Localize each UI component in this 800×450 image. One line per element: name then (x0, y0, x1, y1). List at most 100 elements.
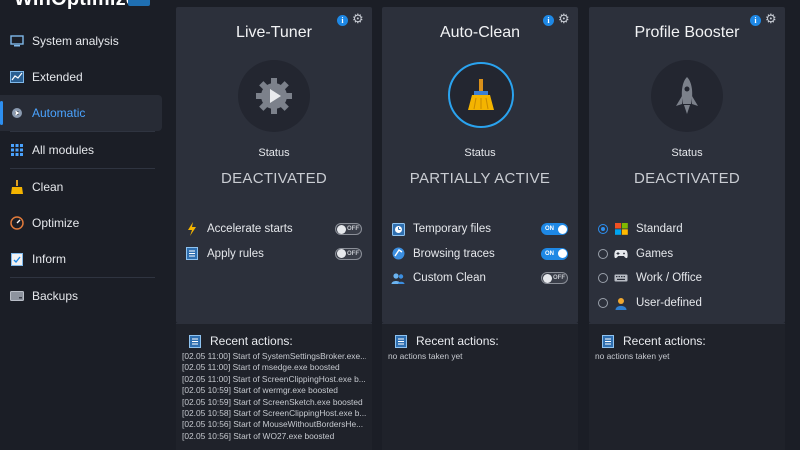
recent-actions-title: Recent actions: (210, 334, 293, 348)
profile-booster-status-icon[interactable] (651, 60, 723, 132)
sidebar-item-label: Optimize (32, 216, 80, 230)
gear-play-icon (256, 78, 292, 114)
drive-icon (10, 289, 24, 303)
sidebar-item-inform[interactable]: Inform (0, 241, 165, 277)
auto-clean-recent-actions: Recent actions: no actions taken yet (382, 323, 578, 450)
option-label: Games (636, 247, 674, 260)
sidebar-item-backups[interactable]: Backups (0, 278, 165, 314)
sidebar-item-label: All modules (32, 143, 95, 157)
option-list: Accelerate starts OFF Apply rules OFF (185, 217, 362, 266)
option-browsing-traces: Browsing traces ON (391, 242, 568, 267)
list-item: no actions taken yet (388, 351, 463, 361)
live-tuner-status-icon[interactable] (238, 60, 310, 132)
browsing-traces-toggle[interactable]: ON (541, 247, 568, 260)
log-list-icon (395, 334, 407, 348)
sidebar-item-extended[interactable]: Extended (0, 59, 165, 95)
option-label: Work / Office (636, 272, 703, 285)
status-label: Status (464, 147, 496, 159)
recent-actions-header: Recent actions: (189, 334, 293, 348)
rocket-icon (676, 77, 698, 114)
option-label: Custom Clean (413, 272, 486, 285)
list-item: [02.05 10:58] Start of ScreenClippingHos… (182, 407, 366, 418)
list-item: [02.05 10:59] Start of wermgr.exe booste… (182, 385, 338, 396)
list-item: no actions taken yet (595, 351, 670, 361)
option-label: Browsing traces (413, 247, 495, 260)
panel-title: Profile Booster (634, 24, 740, 41)
panel-title: Live-Tuner (236, 24, 312, 41)
temporary-files-toggle[interactable]: ON (541, 223, 568, 236)
monitor-icon (10, 34, 24, 48)
recent-actions-list: no actions taken yet (388, 351, 572, 362)
status-label: Status (671, 147, 703, 159)
option-temporary-files: Temporary files ON (391, 217, 568, 242)
sidebar-item-label: Clean (32, 180, 64, 194)
panel-title: Auto-Clean (439, 24, 521, 41)
live-tuner-recent-actions: Recent actions: [02.05 11:00] Start of S… (176, 323, 372, 450)
option-accelerate-starts: Accelerate starts OFF (185, 217, 362, 242)
recent-actions-list: no actions taken yet (595, 351, 779, 362)
status-value: DEACTIVATED (220, 170, 328, 187)
accelerate-starts-toggle[interactable]: OFF (335, 223, 362, 236)
sidebar-item-label: Inform (32, 252, 67, 266)
live-tuner-panel: i ⚙ Live-Tuner Status DEACTIVATED Accele… (176, 7, 372, 323)
sidebar-item-label: System analysis (32, 34, 119, 48)
sidebar-item-optimize[interactable]: Optimize (0, 205, 165, 241)
auto-clean-panel: i ⚙ Auto-Clean Status PARTIALLY ACTIVE T… (382, 7, 578, 323)
status-value: PARTIALLY ACTIVE (409, 170, 551, 187)
log-list-icon (602, 334, 614, 348)
apply-rules-toggle[interactable]: OFF (335, 247, 362, 260)
broom-icon (10, 180, 24, 194)
profile-option-games[interactable]: Games (598, 242, 775, 267)
gamepad-icon (614, 247, 628, 261)
option-label: Standard (636, 223, 683, 236)
status-label: Status (258, 147, 290, 159)
profile-option-work-office[interactable]: Work / Office (598, 266, 775, 291)
work-office-radio[interactable] (598, 273, 608, 284)
app-version-badge (128, 0, 150, 6)
recent-actions-list: [02.05 11:00] Start of SystemSettingsBro… (182, 351, 366, 442)
grid-icon (10, 143, 24, 157)
windows-logo-icon (614, 222, 628, 236)
browser-globe-icon (391, 247, 405, 261)
recent-actions-title: Recent actions: (416, 334, 499, 348)
list-item: [02.05 10:59] Start of ScreenSketch.exe … (182, 396, 363, 407)
profile-option-standard[interactable]: Standard (598, 217, 775, 242)
user-defined-radio[interactable] (598, 298, 608, 309)
keyboard-icon (614, 271, 628, 285)
user-icon (614, 296, 628, 310)
option-list: Standard Games Work / Office User-define… (598, 217, 775, 315)
profile-option-user-defined[interactable]: User-defined (598, 291, 775, 316)
recent-actions-title: Recent actions: (623, 334, 706, 348)
clock-file-icon (391, 222, 405, 236)
broom-icon (468, 79, 494, 110)
sidebar-item-label: Extended (32, 70, 83, 84)
sidebar-nav: System analysis Extended Automatic All m… (0, 23, 165, 314)
list-item: [02.05 10:56] Start of WO27.exe boosted (182, 430, 335, 441)
list-item: [02.05 11:00] Start of msedge.exe booste… (182, 362, 340, 373)
users-icon (391, 271, 405, 285)
list-item: [02.05 11:00] Start of SystemSettingsBro… (182, 351, 366, 361)
rules-list-icon (185, 247, 199, 261)
app-title: WinOptimizer (14, 0, 145, 11)
standard-radio[interactable] (598, 224, 608, 235)
option-label: Temporary files (413, 223, 491, 236)
custom-clean-toggle[interactable]: OFF (541, 272, 568, 285)
list-item: [02.05 11:00] Start of ScreenClippingHos… (182, 373, 366, 384)
option-label: Apply rules (207, 247, 264, 260)
profile-booster-recent-actions: Recent actions: no actions taken yet (589, 323, 785, 450)
sidebar-item-label: Backups (32, 289, 79, 303)
sidebar-item-clean[interactable]: Clean (0, 169, 165, 205)
log-list-icon (189, 334, 201, 348)
sidebar-item-system-analysis[interactable]: System analysis (0, 23, 165, 59)
option-list: Temporary files ON Browsing traces ON Cu… (391, 217, 568, 291)
auto-clean-status-icon[interactable] (448, 62, 514, 128)
sidebar-item-label: Automatic (32, 106, 86, 120)
sidebar-item-all-modules[interactable]: All modules (0, 132, 165, 168)
games-radio[interactable] (598, 248, 608, 259)
list-item: [02.05 10:56] Start of MouseWithoutBorde… (182, 419, 364, 430)
recent-actions-header: Recent actions: (395, 334, 499, 348)
sidebar-item-automatic[interactable]: Automatic (0, 95, 162, 131)
option-apply-rules: Apply rules OFF (185, 242, 362, 267)
recent-actions-header: Recent actions: (602, 334, 706, 348)
chart-icon (10, 70, 24, 84)
